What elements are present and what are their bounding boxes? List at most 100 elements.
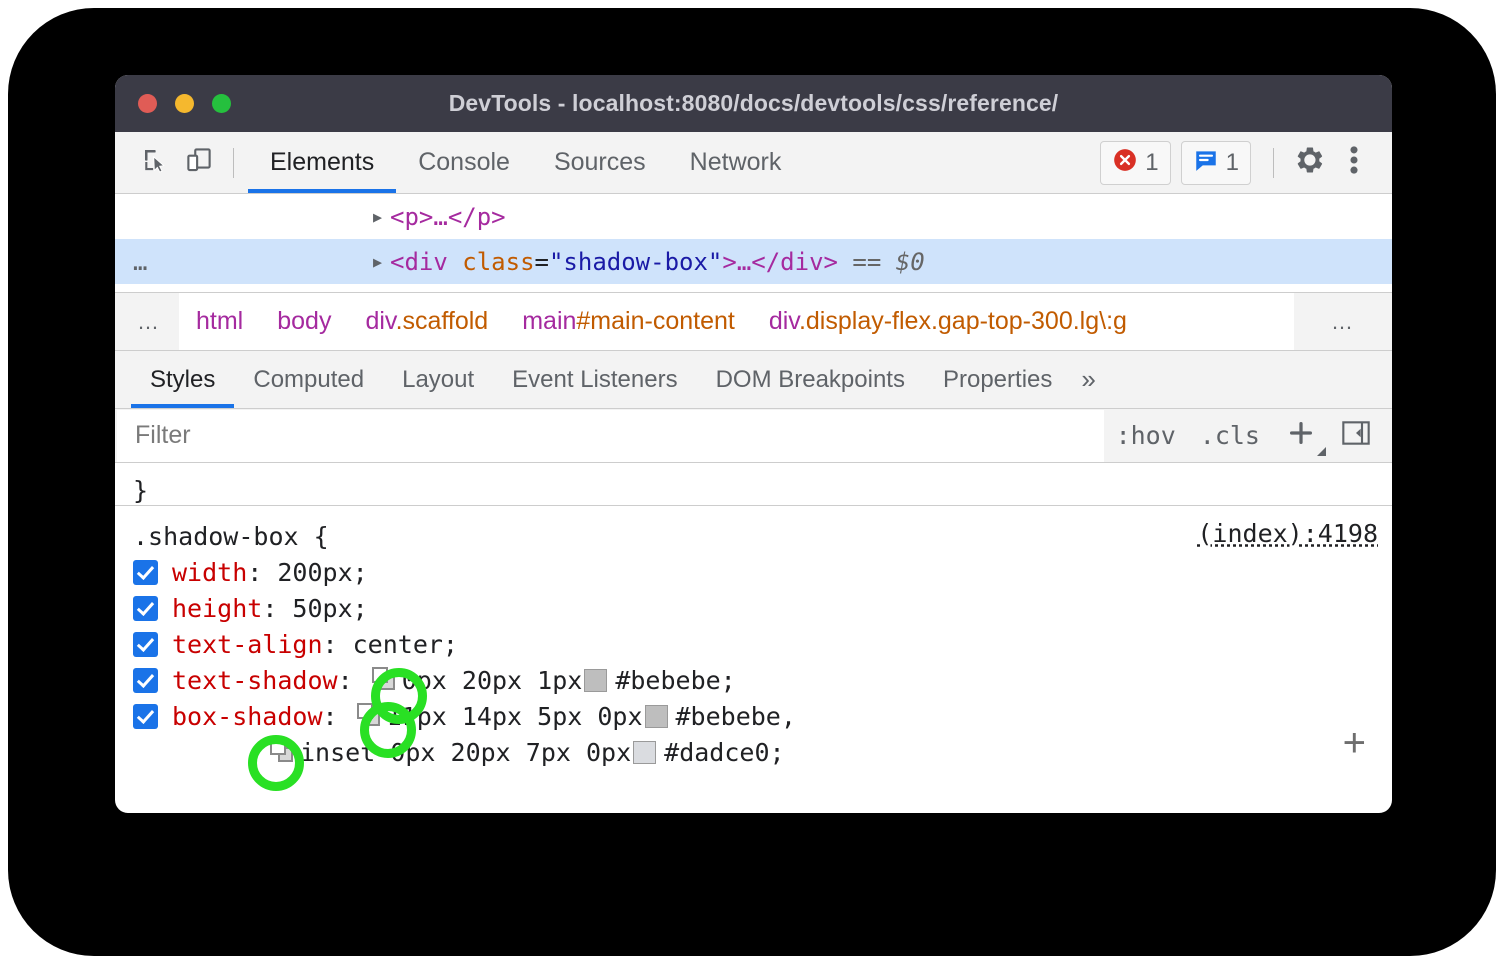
breadcrumb-item-div-display-flex[interactable]: div.display-flex.gap-top-300.lg\:g [752, 307, 1144, 336]
declaration-property[interactable]: text-shadow [172, 666, 338, 695]
breadcrumb-item-main-content[interactable]: main#main-content [505, 307, 752, 336]
minimize-window-button[interactable] [175, 94, 194, 113]
tab-event-listeners[interactable]: Event Listeners [493, 351, 696, 408]
dom-tree-row-partial[interactable]: ▶ <style>…</style> [115, 284, 1392, 292]
shadow-icon-front-square [357, 703, 373, 719]
tab-layout-label: Layout [402, 366, 474, 394]
breadcrumb-item-html[interactable]: html [179, 307, 260, 336]
styles-pane-tabs: Styles Computed Layout Event Listeners D… [115, 351, 1392, 409]
tab-elements[interactable]: Elements [248, 132, 396, 193]
declaration-property[interactable]: text-align [172, 630, 323, 659]
devtools-main-toolbar: Elements Console Sources Network 1 [115, 132, 1392, 194]
shadow-editor-icon[interactable] [270, 739, 296, 765]
panel-tabs: Elements Console Sources Network [248, 132, 803, 193]
tab-network[interactable]: Network [668, 132, 804, 193]
tab-sources[interactable]: Sources [532, 132, 668, 193]
declaration-text-align[interactable]: text-align : center; [133, 626, 1392, 662]
tab-computed[interactable]: Computed [234, 351, 383, 408]
declaration-colon: : [323, 630, 353, 659]
dom-attr-equals: = [535, 248, 549, 276]
new-style-rule-button[interactable] [1272, 418, 1334, 454]
close-window-button[interactable] [138, 94, 157, 113]
plus-icon [1286, 418, 1316, 448]
tab-styles[interactable]: Styles [131, 351, 234, 408]
dom-tree[interactable]: ▶ <p>…</p> … ▶ <div class = "shadow-box"… [115, 194, 1392, 292]
settings-button[interactable] [1288, 141, 1332, 185]
toggle-class-button[interactable]: .cls [1188, 421, 1272, 450]
inspect-element-button[interactable] [133, 141, 177, 185]
declaration-box-shadow[interactable]: box-shadow : 11px 14px 5px 0px #bebebe, [133, 698, 1392, 734]
tab-console-label: Console [418, 148, 510, 177]
declaration-enable-checkbox[interactable] [133, 704, 158, 729]
declaration-color-value[interactable]: #bebebe, [676, 702, 796, 731]
tab-computed-label: Computed [253, 366, 364, 394]
declaration-text-shadow[interactable]: text-shadow : 0px 20px 1px #bebebe; [133, 662, 1392, 698]
toolbar-divider-2 [1273, 148, 1274, 178]
declaration-value[interactable]: center; [353, 630, 458, 659]
color-swatch[interactable] [584, 669, 607, 692]
declaration-property[interactable]: width [172, 558, 247, 587]
message-count-button[interactable]: 1 [1181, 141, 1251, 185]
declaration-value-offsets[interactable]: 11px 14px 5px 0px [387, 702, 643, 731]
error-count: 1 [1145, 149, 1158, 177]
more-options-button[interactable] [1332, 141, 1376, 185]
rule-selector[interactable]: .shadow-box { [133, 522, 329, 551]
breadcrumb-item-div-scaffold[interactable]: div.scaffold [348, 307, 505, 336]
tab-properties[interactable]: Properties [924, 351, 1071, 408]
declaration-color-value[interactable]: #dadce0; [664, 738, 784, 767]
dom-tree-row-shadow-box[interactable]: … ▶ <div class = "shadow-box" >…</div> =… [115, 239, 1392, 284]
declaration-enable-checkbox[interactable] [133, 668, 158, 693]
tab-dom-breakpoints[interactable]: DOM Breakpoints [697, 351, 924, 408]
declaration-value[interactable]: 200px; [277, 558, 367, 587]
breadcrumb-items: html body div.scaffold main#main-content… [179, 293, 1392, 350]
declaration-value-offsets[interactable]: 0px 20px 1px [402, 666, 583, 695]
declaration-width[interactable]: width : 200px; [133, 554, 1392, 590]
closing-brace-text: } [133, 476, 148, 505]
expand-triangle-icon[interactable]: ▶ [373, 208, 382, 226]
breadcrumb-class: #main-content [576, 307, 734, 335]
toggle-device-toolbar-button[interactable] [177, 141, 221, 185]
search-input[interactable] [117, 410, 1104, 462]
breadcrumb-tag: html [196, 307, 243, 335]
color-swatch[interactable] [645, 705, 668, 728]
breadcrumb-overflow-right[interactable]: … [1294, 293, 1392, 350]
declaration-color-value[interactable]: #bebebe; [615, 666, 735, 695]
window-titlebar: DevTools - localhost:8080/docs/devtools/… [115, 75, 1392, 132]
error-count-button[interactable]: 1 [1100, 141, 1170, 185]
dom-tree-row-p[interactable]: ▶ <p>…</p> [115, 194, 1392, 239]
dom-attr-name[interactable]: class [462, 248, 534, 276]
dropdown-corner-icon [1317, 447, 1326, 456]
declaration-enable-checkbox[interactable] [133, 632, 158, 657]
tab-layout[interactable]: Layout [383, 351, 493, 408]
declaration-value[interactable]: 50px; [292, 594, 367, 623]
dom-attr-value[interactable]: "shadow-box" [549, 248, 722, 276]
breadcrumb-overflow-left[interactable]: … [115, 309, 179, 335]
breadcrumb-item-body[interactable]: body [260, 307, 348, 336]
add-declaration-button[interactable]: + [1343, 723, 1366, 763]
computed-sidebar-toggle-button[interactable] [1334, 417, 1392, 455]
dom-row-markup: <p>…</p> [390, 203, 506, 231]
declaration-height[interactable]: height : 50px; [133, 590, 1392, 626]
declaration-property[interactable]: height [172, 594, 262, 623]
shadow-editor-icon[interactable] [372, 667, 398, 693]
shadow-editor-icon[interactable] [357, 703, 383, 729]
toggle-pseudo-state-button[interactable]: :hov [1104, 421, 1188, 450]
stylesheet-source-link[interactable]: (index):4198 [1197, 519, 1378, 548]
breadcrumb: … html body div.scaffold main#main-conte… [115, 292, 1392, 351]
tab-properties-label: Properties [943, 366, 1052, 394]
color-swatch[interactable] [633, 741, 656, 764]
previous-rule-closing-brace: } [115, 463, 1392, 506]
declaration-property[interactable]: box-shadow [172, 702, 323, 731]
declaration-enable-checkbox[interactable] [133, 560, 158, 585]
tab-console[interactable]: Console [396, 132, 532, 193]
tab-dom-breakpoints-label: DOM Breakpoints [716, 366, 905, 394]
maximize-window-button[interactable] [212, 94, 231, 113]
declaration-box-shadow-inset[interactable]: inset 0px 20px 7px 0px #dadce0; [133, 734, 1392, 770]
declaration-colon: : [338, 666, 368, 695]
double-chevron-right-icon[interactable]: » [1071, 364, 1109, 395]
tab-network-label: Network [690, 148, 782, 177]
declaration-value-offsets[interactable]: inset 0px 20px 7px 0px [300, 738, 631, 767]
declaration-enable-checkbox[interactable] [133, 596, 158, 621]
expand-triangle-icon-2[interactable]: ▶ [373, 253, 382, 271]
dom-close-tag: >…</div> [722, 248, 838, 276]
